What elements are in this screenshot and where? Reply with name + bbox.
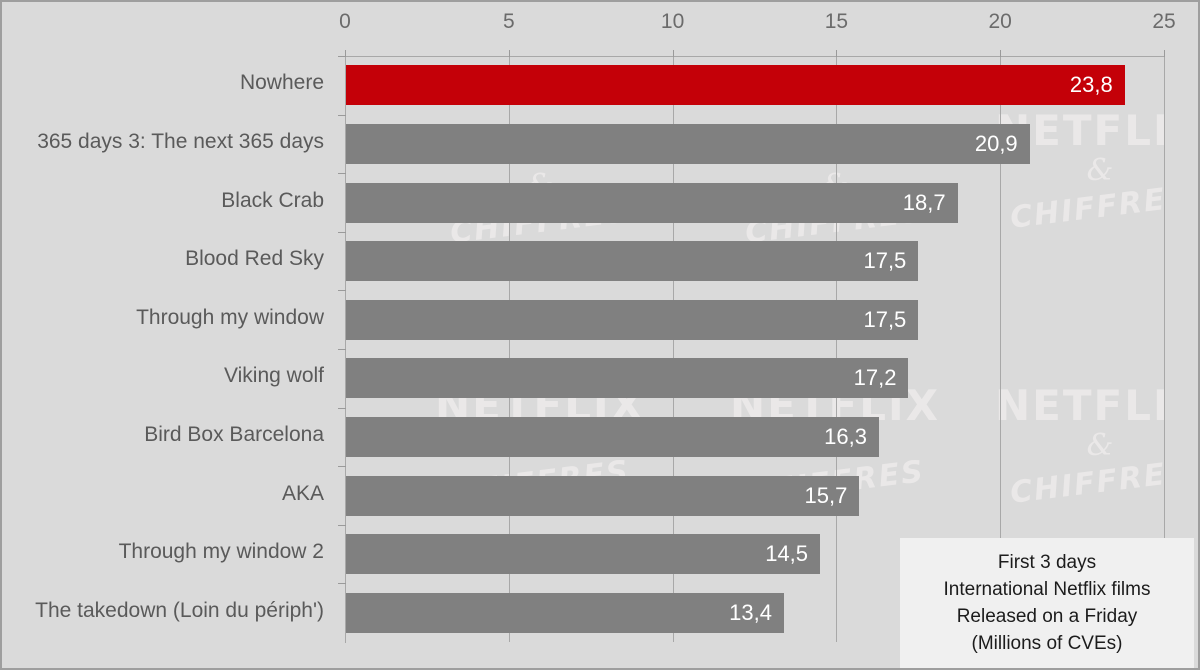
bar-value-label: 17,5	[863, 306, 907, 332]
y-category-label: Bird Box Barcelona	[144, 422, 324, 446]
y-tick-mark	[338, 407, 346, 409]
bar[interactable]: 14,5	[345, 534, 821, 575]
bar[interactable]: 20,9	[345, 123, 1030, 164]
chart-page: NETFLIX&CHIFFRESNETFLIX&CHIFFRESNETFLIX&…	[0, 0, 1200, 670]
bar-value-label: 13,4	[729, 599, 772, 625]
y-category-label: Blood Red Sky	[185, 247, 324, 271]
caption-line-1: First 3 days	[997, 551, 1097, 573]
bar-row: 15,7	[345, 475, 1164, 516]
bar[interactable]: 23,8	[345, 65, 1125, 106]
bar-row: 17,5	[345, 299, 1164, 340]
x-tick-label: 5	[502, 10, 515, 33]
x-tick-label: 10	[660, 10, 685, 33]
bar-row: 17,5	[345, 241, 1164, 282]
bar-row: 16,3	[345, 416, 1164, 457]
y-tick-mark	[338, 583, 346, 585]
x-tick-mark	[836, 50, 838, 57]
y-category-label: Black Crab	[221, 188, 324, 212]
bar[interactable]: 16,3	[345, 416, 879, 457]
x-tick-mark	[672, 50, 674, 57]
caption-line-3: Released on a Friday	[956, 606, 1138, 627]
bar-row: 17,2	[345, 358, 1164, 399]
y-tick-mark	[338, 173, 346, 175]
caption-box: First 3 days International Netflix films…	[900, 538, 1194, 668]
y-category-label: Viking wolf	[224, 364, 324, 388]
bar-value-label: 18,7	[902, 189, 946, 215]
x-tick-mark	[508, 50, 510, 57]
y-tick-mark	[338, 349, 346, 350]
y-tick-mark	[338, 290, 346, 292]
bar-value-label: 17,2	[853, 365, 897, 391]
bar-value-label: 17,5	[863, 248, 907, 274]
x-tick-label: 15	[824, 10, 849, 33]
bar-value-label: 16,3	[824, 423, 867, 449]
bar-value-label: 15,7	[804, 482, 848, 508]
bar-value-label: 23,8	[1069, 72, 1113, 98]
y-category-label: AKA	[281, 481, 324, 505]
bar-row: 20,9	[345, 123, 1164, 164]
bar-value-label: 20,9	[974, 130, 1018, 156]
x-tick-label: 0	[339, 10, 351, 33]
y-category-label: 365 days 3: The next 365 days	[37, 129, 324, 153]
bar[interactable]: 17,5	[345, 241, 919, 282]
y-tick-mark	[338, 524, 346, 526]
caption-line-4: (Millions of CVEs)	[971, 633, 1123, 655]
y-category-label: Through my window	[136, 305, 324, 329]
x-axis-line	[345, 56, 1165, 57]
bar-row: 23,8	[345, 65, 1164, 106]
y-tick-mark	[338, 231, 346, 233]
x-tick-mark	[1000, 50, 1002, 57]
bar[interactable]: 17,2	[345, 358, 909, 399]
bar[interactable]: 13,4	[345, 592, 784, 633]
y-tick-mark	[338, 114, 346, 116]
bar-row: 18,7	[345, 182, 1164, 223]
bar[interactable]: 18,7	[345, 182, 958, 223]
x-tick-label: 25	[1152, 10, 1176, 33]
y-category-label: The takedown (Loin du périph')	[35, 598, 324, 622]
y-tick-mark	[338, 56, 346, 57]
y-category-label: Through my window 2	[118, 540, 324, 564]
x-tick-mark	[1164, 50, 1165, 57]
x-tick-label: 20	[988, 10, 1012, 33]
bar[interactable]: 17,5	[345, 299, 919, 340]
y-tick-mark	[338, 466, 346, 468]
bar[interactable]: 15,7	[345, 475, 860, 516]
y-category-label: Nowhere	[239, 71, 324, 95]
caption-line-2: International Netflix films	[943, 578, 1151, 600]
bar-value-label: 14,5	[765, 541, 809, 567]
